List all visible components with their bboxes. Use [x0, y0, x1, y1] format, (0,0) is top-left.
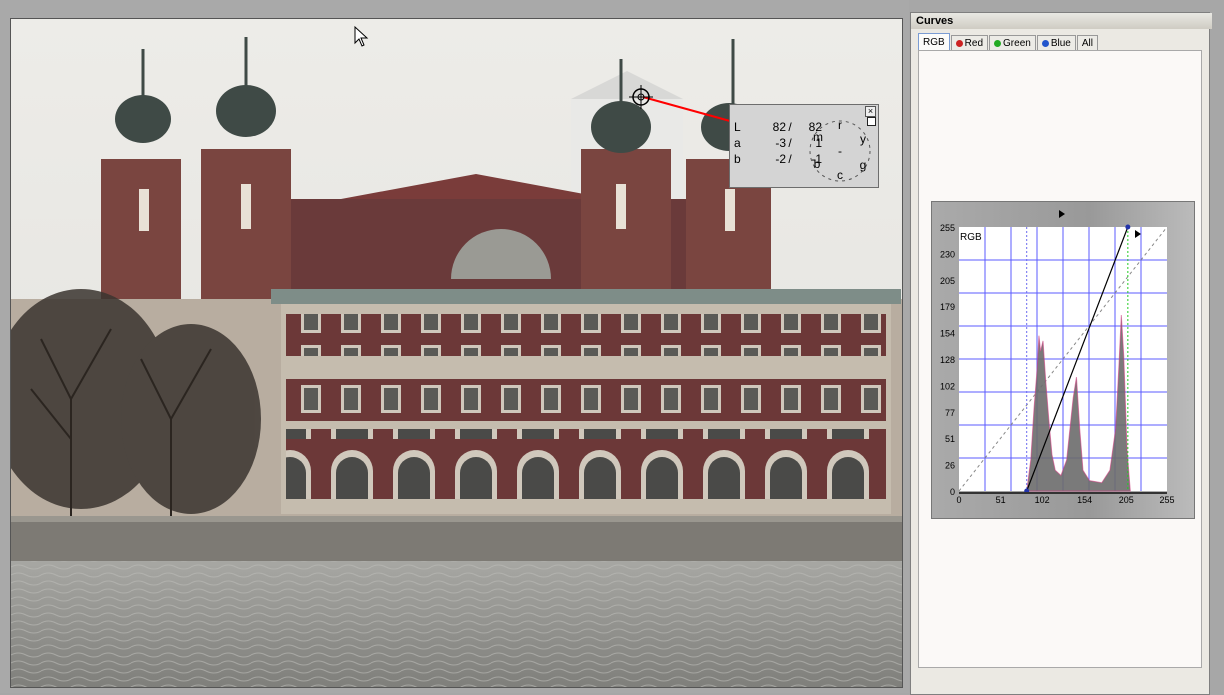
curves-graph-box[interactable]: 255 230 205 179 154 128 102 77 51 26 0 0 51 102 154 20…: [931, 201, 1195, 519]
y-tick-label: 179: [940, 302, 955, 312]
wheel-label-g: g: [860, 158, 867, 172]
curves-panel: Curves RGB Red Green Blue All 255 230 205 1…: [910, 12, 1212, 695]
probe-channel-label: b: [734, 152, 741, 166]
tab-red[interactable]: Red: [950, 35, 989, 51]
wheel-label-y: y: [860, 132, 866, 146]
tab-green[interactable]: Green: [989, 35, 1036, 51]
wheel-label-m: m: [813, 130, 823, 144]
x-tick-label: 154: [1077, 495, 1092, 505]
tab-label: Red: [964, 38, 984, 49]
wheel-label-r: r: [838, 118, 842, 132]
x-tick-label: 205: [1119, 495, 1134, 505]
curve-channel-label: RGB: [960, 232, 982, 243]
y-tick-label: 77: [945, 408, 955, 418]
tab-all[interactable]: All: [1076, 35, 1098, 51]
y-tick-label: 0: [950, 487, 955, 497]
wheel-label-b: b: [814, 157, 821, 171]
color-probe-popup[interactable]: × L 82 / 82 a -3 / 1 b -2 / -1 r m y - b…: [729, 104, 879, 188]
probe-channel-label: a: [734, 136, 741, 150]
image-canvas-area[interactable]: × L 82 / 82 a -3 / 1 b -2 / -1 r m y - b…: [0, 0, 909, 693]
x-tick-label: 102: [1035, 495, 1050, 505]
probe-value-before: -3: [775, 136, 786, 150]
channel-tabs: RGB Red Green Blue All: [918, 33, 1099, 51]
y-tick-label: 154: [940, 329, 955, 339]
panel-title: Curves: [911, 13, 1212, 29]
y-tick-label: 102: [940, 381, 955, 391]
green-channel-icon: [994, 40, 1002, 47]
tab-label: All: [1081, 38, 1093, 49]
probe-separator: /: [788, 120, 792, 134]
top-handle-icon: [1059, 210, 1065, 218]
tab-label: Blue: [1050, 38, 1071, 49]
y-tick-label: 230: [940, 249, 955, 259]
probe-channel-label: L: [734, 120, 741, 134]
y-tick-label: 255: [940, 223, 955, 233]
y-tick-label: 205: [940, 276, 955, 286]
curves-tab-body: 255 230 205 179 154 128 102 77 51 26 0 0 51 102 154 20…: [918, 50, 1202, 668]
x-tick-label: 255: [1159, 495, 1174, 505]
tab-label: Green: [1003, 38, 1031, 49]
tab-label: RGB: [923, 37, 945, 48]
x-axis-bar: [959, 492, 1167, 494]
y-tick-label: 128: [940, 355, 955, 365]
probe-value-before: -2: [775, 152, 786, 166]
wheel-label-c: c: [837, 168, 843, 182]
y-tick-label: 26: [945, 461, 955, 471]
x-tick-label: 51: [996, 495, 1006, 505]
probe-separator: /: [788, 136, 792, 150]
tab-rgb[interactable]: RGB: [918, 33, 950, 51]
color-wheel-icon: r m y - b g c: [809, 118, 871, 182]
probe-separator: /: [788, 152, 792, 166]
curve-control-point: [1125, 224, 1131, 230]
tab-blue[interactable]: Blue: [1036, 35, 1076, 51]
y-tick-label: 51: [945, 434, 955, 444]
probe-value-before: 82: [772, 120, 786, 134]
x-tick-label: 0: [956, 495, 961, 505]
blue-channel-icon: [1041, 40, 1049, 47]
wheel-label-center: -: [838, 144, 842, 158]
curves-graph[interactable]: 255 230 205 179 154 128 102 77 51 26 0 0 51 102 154 20…: [932, 202, 1194, 518]
red-channel-icon: [955, 40, 963, 47]
